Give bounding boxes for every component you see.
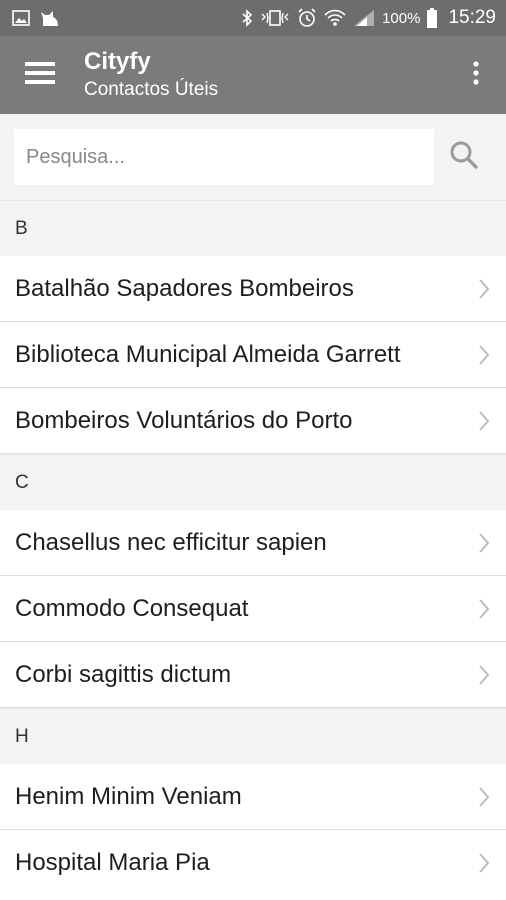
status-bar-left xyxy=(12,9,60,27)
list-item[interactable]: Chasellus nec efficitur sapien xyxy=(0,510,506,576)
list-item[interactable]: Commodo Consequat xyxy=(0,576,506,642)
status-bar: 100% 15:29 xyxy=(0,0,506,36)
section-header: C xyxy=(0,454,506,510)
chevron-right-icon xyxy=(478,532,490,554)
search-icon xyxy=(449,140,479,175)
list-item[interactable]: Henim Minim Veniam xyxy=(0,764,506,830)
list-item-label: Chasellus nec efficitur sapien xyxy=(15,528,327,556)
hamburger-menu-icon xyxy=(25,61,55,90)
chevron-right-icon xyxy=(478,786,490,808)
image-icon xyxy=(12,10,30,26)
alarm-icon xyxy=(297,8,317,28)
battery-icon xyxy=(427,8,438,28)
bluetooth-icon xyxy=(241,9,253,27)
cat-icon xyxy=(40,9,60,27)
signal-icon xyxy=(353,9,375,27)
section-header: H xyxy=(0,708,506,764)
list-item[interactable]: Biblioteca Municipal Almeida Garrett xyxy=(0,322,506,388)
vibrate-icon xyxy=(260,9,290,27)
chevron-right-icon xyxy=(478,664,490,686)
chevron-right-icon xyxy=(478,344,490,366)
wifi-icon xyxy=(324,9,346,27)
list-item-label: Batalhão Sapadores Bombeiros xyxy=(15,274,354,302)
app-bar-titles: Cityfy Contactos Úteis xyxy=(84,48,218,102)
status-bar-right: 100% 15:29 xyxy=(241,7,496,29)
battery-percentage: 100% xyxy=(382,9,421,27)
list-item-label: Biblioteca Municipal Almeida Garrett xyxy=(15,340,401,368)
chevron-right-icon xyxy=(478,852,490,874)
list-item-label: Henim Minim Veniam xyxy=(15,782,242,810)
chevron-right-icon xyxy=(478,598,490,620)
list-item[interactable]: Hospital Maria Pia xyxy=(0,830,506,896)
list-item[interactable]: Corbi sagittis dictum xyxy=(0,642,506,708)
app-bar: Cityfy Contactos Úteis xyxy=(0,36,506,114)
chevron-right-icon xyxy=(478,278,490,300)
search-button[interactable] xyxy=(436,129,492,185)
app-title: Cityfy xyxy=(84,48,151,75)
list-item-label: Bombeiros Voluntários do Porto xyxy=(15,406,353,434)
menu-button[interactable] xyxy=(0,36,80,114)
more-vert-icon xyxy=(473,60,479,90)
list-item-label: Hospital Maria Pia xyxy=(15,849,210,876)
section-header: B xyxy=(0,200,506,256)
list-item[interactable]: Bombeiros Voluntários do Porto xyxy=(0,388,506,454)
page-subtitle: Contactos Úteis xyxy=(84,79,219,100)
overflow-menu-button[interactable] xyxy=(456,36,496,114)
search-bar xyxy=(0,114,506,200)
list-item-label: Commodo Consequat xyxy=(15,594,249,622)
list-item[interactable]: Batalhão Sapadores Bombeiros xyxy=(0,256,506,322)
list-item-label: Corbi sagittis dictum xyxy=(15,660,232,688)
clock: 15:29 xyxy=(448,7,496,28)
contacts-list: B Batalhão Sapadores Bombeiros Bibliotec… xyxy=(0,200,506,896)
chevron-right-icon xyxy=(478,410,490,432)
search-input[interactable] xyxy=(14,129,435,185)
